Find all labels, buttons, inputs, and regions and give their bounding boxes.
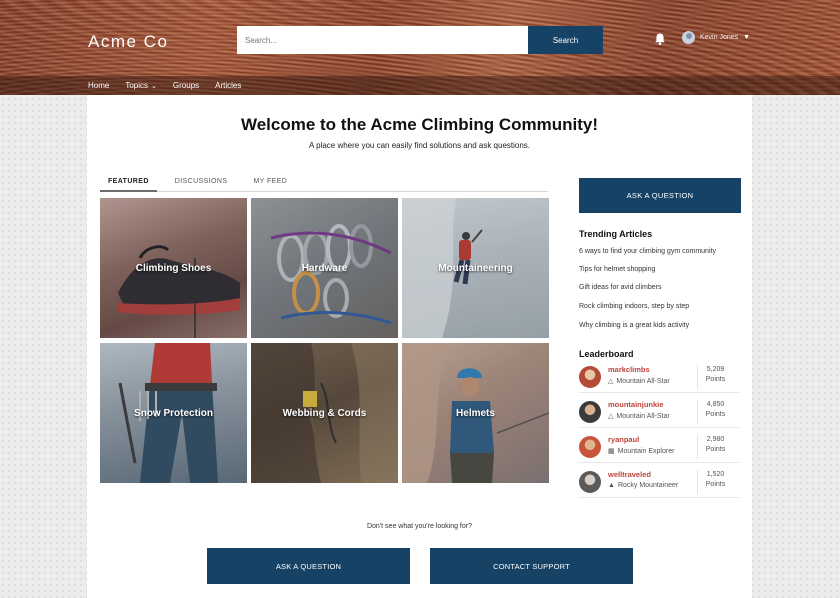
topic-tile-webbing-cords[interactable]: Webbing & Cords <box>251 343 398 483</box>
leader-rank: ▲ Rocky Mountaineer <box>608 482 679 489</box>
user-menu[interactable]: Kevin Jones ▼ <box>682 31 750 44</box>
page-subtitle: A place where you can easily find soluti… <box>308 141 531 150</box>
leader-name[interactable]: mountainjunkie <box>608 400 663 409</box>
topic-tile-helmets[interactable]: Helmets <box>402 343 549 483</box>
triangle-rank-icon: △ <box>608 378 614 385</box>
nav-item-groups[interactable]: Groups <box>173 81 199 90</box>
avatar[interactable] <box>579 366 601 388</box>
triangle-rank-icon: △ <box>608 413 614 420</box>
ask-question-button[interactable]: ASK A QUESTION <box>579 178 741 213</box>
leader-name[interactable]: ryanpaul <box>608 435 639 444</box>
leader-points: 4,850 Points <box>697 400 733 424</box>
avatar[interactable] <box>579 401 601 423</box>
avatar[interactable] <box>579 436 601 458</box>
notification-bell-icon[interactable] <box>653 32 667 46</box>
leader-rank: △ Mountain All-Star <box>608 412 670 421</box>
help-prompt: Don't see what you're looking for? <box>366 523 472 530</box>
trending-articles-heading: Trending Articles <box>579 229 653 239</box>
page-title: Welcome to the Acme Climbing Community! <box>240 115 599 134</box>
leaderboard-row: markclimbs △ Mountain All-Star 5,209 Point… <box>579 361 739 393</box>
nav-item-articles[interactable]: Articles <box>215 81 241 90</box>
nav-item-home[interactable]: Home <box>88 81 109 90</box>
chevron-down-icon: ⌄ <box>151 82 157 90</box>
content-panel: Welcome to the Acme Climbing Community! … <box>87 95 752 598</box>
leader-points: 5,209 Points <box>697 365 733 389</box>
leaderboard-heading: Leaderboard <box>579 349 634 359</box>
topic-tile-mountaineering[interactable]: Mountaineering <box>402 198 549 338</box>
chevron-down-icon: ▼ <box>743 34 751 41</box>
topic-grid: Climbing Shoes Hardware Mountaineering S… <box>100 198 549 483</box>
leaderboard-row: welltraveled ▲ Rocky Mountaineer 1,520 Poi… <box>579 466 739 498</box>
tile-label: Helmets <box>456 407 495 419</box>
trending-article-link[interactable]: Why climbing is a great kids activity <box>579 322 689 329</box>
main-nav: Home Topics ⌄ Groups Articles <box>0 76 840 95</box>
brand-logo[interactable]: Acme Co <box>88 32 168 52</box>
topic-tile-snow-protection[interactable]: Snow Protection <box>100 343 247 483</box>
contact-support-button[interactable]: CONTACT SUPPORT <box>430 548 633 584</box>
feed-tabs: FEATURED DISCUSSIONS MY FEED <box>100 178 548 192</box>
leaderboard-row: mountainjunkie △ Mountain All-Star 4,850 P… <box>579 396 739 428</box>
avatar[interactable] <box>579 471 601 493</box>
topic-tile-climbing-shoes[interactable]: Climbing Shoes <box>100 198 247 338</box>
leader-points: 2,980 Points <box>697 435 733 459</box>
trending-article-link[interactable]: Gift ideas for avid climbers <box>579 284 661 291</box>
tab-featured[interactable]: FEATURED <box>100 178 157 192</box>
mountain-rank-icon: ▲ <box>608 482 615 489</box>
leader-name[interactable]: welltraveled <box>608 470 651 479</box>
tile-label: Snow Protection <box>134 407 213 419</box>
user-avatar <box>682 31 695 44</box>
topic-tile-hardware[interactable]: Hardware <box>251 198 398 338</box>
search-input[interactable] <box>237 26 529 54</box>
trending-article-link[interactable]: 6 ways to find your climbing gym communi… <box>579 248 716 255</box>
tab-discussions[interactable]: DISCUSSIONS <box>167 178 236 192</box>
trending-article-link[interactable]: Rock climbing indoors, step by step <box>579 303 689 310</box>
ask-question-bottom-button[interactable]: ASK A QUESTION <box>207 548 410 584</box>
search-button[interactable]: Search <box>528 26 603 54</box>
mountain-rank-icon: ▦ <box>608 448 615 455</box>
tile-label: Climbing Shoes <box>135 262 212 274</box>
leader-points: 1,520 Points <box>697 470 733 494</box>
leader-rank: △ Mountain All-Star <box>608 377 670 386</box>
leader-rank: ▦ Mountain Explorer <box>608 447 675 456</box>
tile-label: Hardware <box>301 262 348 274</box>
leader-name[interactable]: markclimbs <box>608 365 650 374</box>
nav-item-topics[interactable]: Topics ⌄ <box>125 81 157 90</box>
user-name: Kevin Jones <box>700 34 739 41</box>
leaderboard-row: ryanpaul ▦ Mountain Explorer 2,980 Points <box>579 431 739 463</box>
tile-label: Webbing & Cords <box>282 407 367 419</box>
trending-article-link[interactable]: Tips for helmet shopping <box>579 266 655 273</box>
tile-label: Mountaineering <box>438 262 513 274</box>
tab-my-feed[interactable]: MY FEED <box>245 178 295 192</box>
